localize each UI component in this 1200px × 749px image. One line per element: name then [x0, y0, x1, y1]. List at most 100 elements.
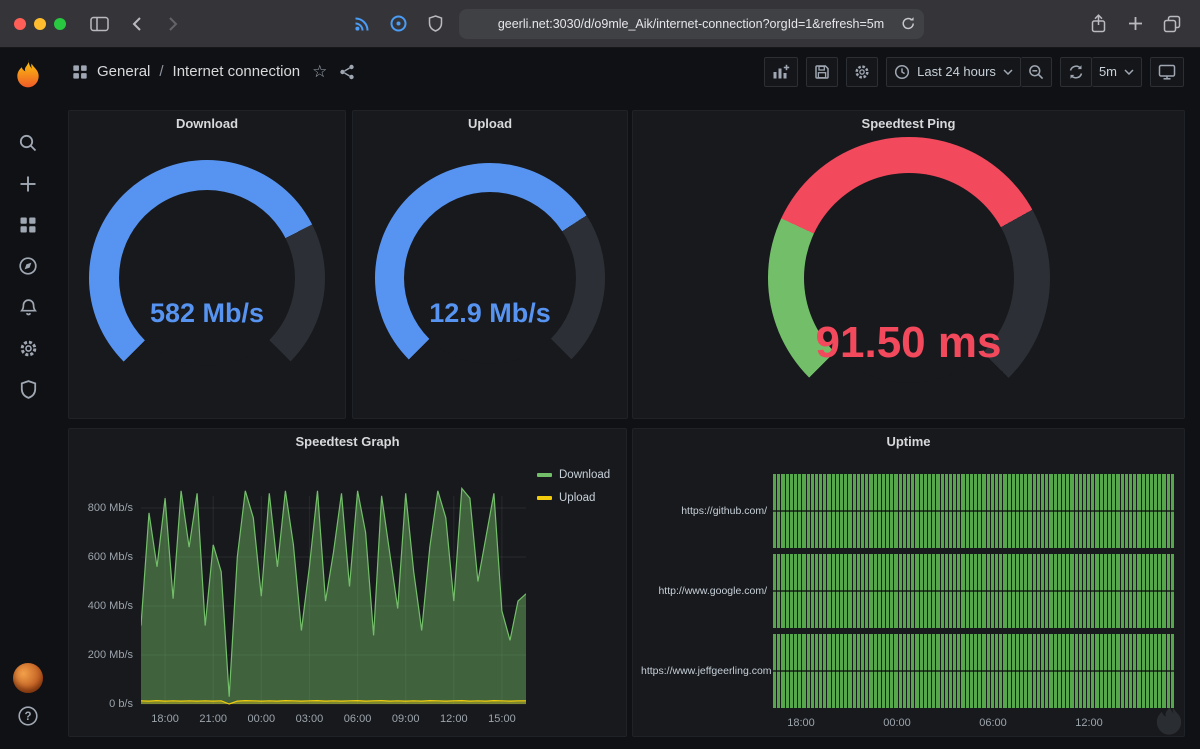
x-axis-label: 15:00 [480, 713, 524, 725]
x-axis-label: 09:00 [384, 713, 428, 725]
dashboards-icon[interactable] [16, 214, 40, 236]
zoom-out-button[interactable] [1021, 57, 1052, 87]
panel-title-ping[interactable]: Speedtest Ping [633, 111, 1184, 137]
grafana-logo[interactable] [13, 58, 43, 95]
add-icon[interactable] [16, 173, 40, 195]
share-dashboard-icon[interactable] [339, 64, 355, 80]
shield-extension-icon[interactable] [422, 10, 450, 38]
traffic-lights [14, 18, 66, 30]
upload-value: 12.9 Mb/s [375, 298, 605, 329]
add-panel-button[interactable] [764, 57, 798, 87]
grafana-sidebar: ? [0, 48, 56, 749]
x-axis-label: 03:00 [287, 713, 331, 725]
uptime-row-bars [773, 474, 1174, 548]
tabs-icon[interactable] [1158, 10, 1186, 38]
breadcrumb: General / Internet connection [72, 63, 300, 80]
help-icon[interactable]: ? [16, 705, 40, 727]
ping-gauge [768, 137, 1050, 419]
breadcrumb-section[interactable]: General [97, 63, 150, 80]
explore-icon[interactable] [16, 255, 40, 277]
dashboard-settings-button[interactable] [846, 57, 878, 87]
share-icon[interactable] [1084, 10, 1112, 38]
x-axis-label: 21:00 [191, 713, 235, 725]
speedtest-ping-panel: Speedtest Ping 91.50 ms [632, 110, 1185, 419]
x-axis-label: 06:00 [336, 713, 380, 725]
download-gauge [89, 160, 325, 396]
speedtest-graph-canvas [141, 482, 526, 709]
uptime-row-bars [773, 634, 1174, 708]
refresh-interval-label: 5m [1099, 64, 1117, 79]
y-axis-label: 200 Mb/s [77, 649, 133, 661]
breadcrumb-separator: / [159, 63, 163, 80]
x-axis-label: 00:00 [877, 717, 917, 729]
uptime-band-divider [773, 590, 1174, 592]
address-bar[interactable]: geerli.net:3030/d/o9mle_Aik/internet-con… [459, 9, 924, 39]
info-extension-icon[interactable] [385, 10, 413, 38]
grafana-watermark-icon [1152, 701, 1186, 743]
grid-icon[interactable] [72, 64, 88, 80]
time-range-picker[interactable]: Last 24 hours [886, 57, 1021, 87]
legend-item-download[interactable]: Download [537, 469, 610, 481]
user-avatar[interactable] [13, 663, 43, 693]
speedtest-graph-panel: Speedtest Graph Download Upload 800 Mb/s 6… [68, 428, 627, 737]
uptime-row-label: https://www.jeffgeerling.com [641, 665, 767, 677]
x-axis-label: 18:00 [143, 713, 187, 725]
y-axis-label: 0 b/s [77, 698, 133, 710]
graph-legend: Download Upload [537, 469, 610, 504]
refresh-button[interactable] [1060, 57, 1092, 87]
x-axis-label: 00:00 [239, 713, 283, 725]
dashboard-toolbar: Last 24 hours 5m [764, 57, 1184, 87]
uptime-plot: https://github.com/http://www.google.com… [641, 455, 1176, 728]
download-panel: Download 582 Mb/s [68, 110, 346, 419]
breadcrumb-page-title[interactable]: Internet connection [173, 63, 301, 80]
legend-label: Download [559, 469, 610, 481]
search-icon[interactable] [16, 132, 40, 154]
uptime-row-label: https://github.com/ [641, 505, 767, 517]
time-range-label: Last 24 hours [917, 64, 996, 79]
panel-title-download[interactable]: Download [69, 111, 345, 137]
uptime-row-label: http://www.google.com/ [641, 585, 767, 597]
x-axis-label: 12:00 [432, 713, 476, 725]
uptime-band-divider [773, 670, 1174, 672]
x-axis-label: 06:00 [973, 717, 1013, 729]
legend-swatch [537, 496, 552, 500]
reload-icon[interactable] [901, 16, 916, 31]
legend-item-upload[interactable]: Upload [537, 492, 610, 504]
alerting-icon[interactable] [16, 296, 40, 318]
dashboard-body: Download 582 Mb/s Upload 12.9 Mb/s [56, 95, 1200, 749]
x-axis-label: 12:00 [1069, 717, 1109, 729]
back-icon[interactable] [122, 10, 150, 38]
star-icon[interactable]: ☆ [312, 62, 327, 82]
chevron-down-icon [1124, 69, 1134, 75]
y-axis-label: 400 Mb/s [77, 600, 133, 612]
rss-extension-icon[interactable] [348, 10, 376, 38]
panel-title-graph[interactable]: Speedtest Graph [69, 429, 626, 455]
browser-chrome: geerli.net:3030/d/o9mle_Aik/internet-con… [0, 0, 1200, 48]
zoom-window-button[interactable] [54, 18, 66, 30]
svg-text:?: ? [24, 711, 31, 723]
y-axis-label: 800 Mb/s [77, 502, 133, 514]
settings-icon[interactable] [16, 337, 40, 359]
close-window-button[interactable] [14, 18, 26, 30]
upload-gauge [375, 163, 605, 393]
uptime-band-divider [773, 510, 1174, 512]
chevron-down-icon [1003, 69, 1013, 75]
upload-panel: Upload 12.9 Mb/s [352, 110, 628, 419]
y-axis-label: 600 Mb/s [77, 551, 133, 563]
download-value: 582 Mb/s [89, 298, 325, 329]
minimize-window-button[interactable] [34, 18, 46, 30]
forward-icon[interactable] [159, 10, 187, 38]
panel-title-uptime[interactable]: Uptime [633, 429, 1184, 455]
sidebar-icon[interactable] [85, 10, 113, 38]
x-axis-label: 18:00 [781, 717, 821, 729]
save-button[interactable] [806, 57, 838, 87]
speedtest-graph-plot: Download Upload 800 Mb/s 600 Mb/s 400 Mb/s 2… [77, 455, 618, 728]
refresh-interval-picker[interactable]: 5m [1092, 57, 1142, 87]
shield-icon[interactable] [16, 378, 40, 400]
panel-title-upload[interactable]: Upload [353, 111, 627, 137]
clock-icon [894, 64, 910, 80]
url-text: geerli.net:3030/d/o9mle_Aik/internet-con… [498, 17, 884, 31]
dashboard-nav: General / Internet connection ☆ [56, 48, 1200, 95]
new-tab-icon[interactable] [1121, 10, 1149, 38]
tv-mode-button[interactable] [1150, 57, 1184, 87]
